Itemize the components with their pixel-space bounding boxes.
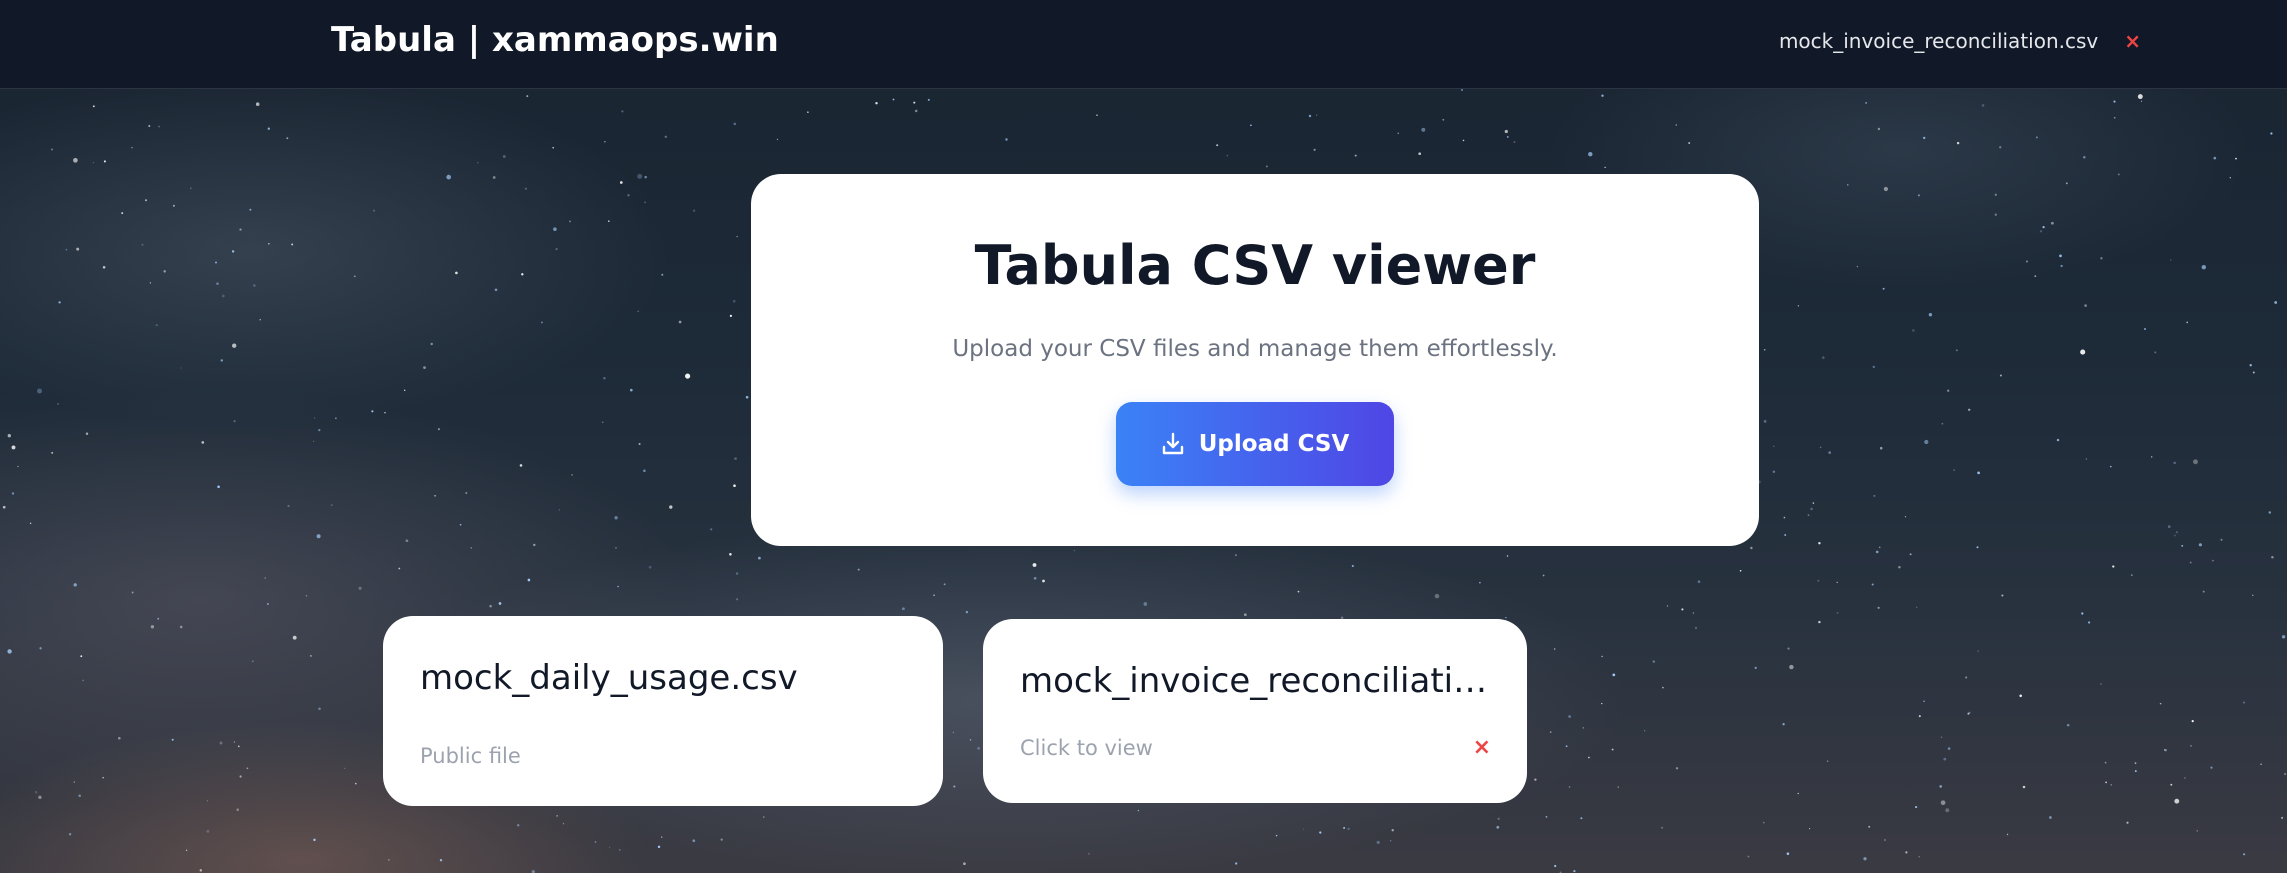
upload-icon xyxy=(1161,432,1185,456)
open-file-name[interactable]: mock_invoice_reconciliation.csv xyxy=(1779,29,2098,53)
upload-csv-button[interactable]: Upload CSV xyxy=(1116,402,1394,486)
file-card-status: Public file xyxy=(420,744,521,768)
upload-csv-label: Upload CSV xyxy=(1198,431,1350,457)
brand-title: Tabula | xammaops.win xyxy=(331,20,779,60)
file-card-status: Click to view xyxy=(1020,736,1153,760)
top-navigation-bar: Tabula | xammaops.win mock_invoice_recon… xyxy=(0,0,2287,89)
file-card-invoice-reconciliation[interactable]: mock_invoice_reconciliatio... Click to v… xyxy=(983,619,1527,803)
hero-title: Tabula CSV viewer xyxy=(974,234,1536,297)
close-open-file-icon[interactable]: × xyxy=(2124,31,2141,51)
file-card-title: mock_invoice_reconciliatio... xyxy=(1020,661,1490,701)
hero-card: Tabula CSV viewer Upload your CSV files … xyxy=(751,174,1759,546)
hero-subtitle: Upload your CSV files and manage them ef… xyxy=(952,336,1558,362)
open-file-indicator: mock_invoice_reconciliation.csv × xyxy=(1779,29,2141,53)
file-card-daily-usage[interactable]: mock_daily_usage.csv Public file xyxy=(383,616,943,806)
delete-file-icon[interactable]: × xyxy=(1473,737,1491,759)
file-card-title: mock_daily_usage.csv xyxy=(420,658,798,698)
